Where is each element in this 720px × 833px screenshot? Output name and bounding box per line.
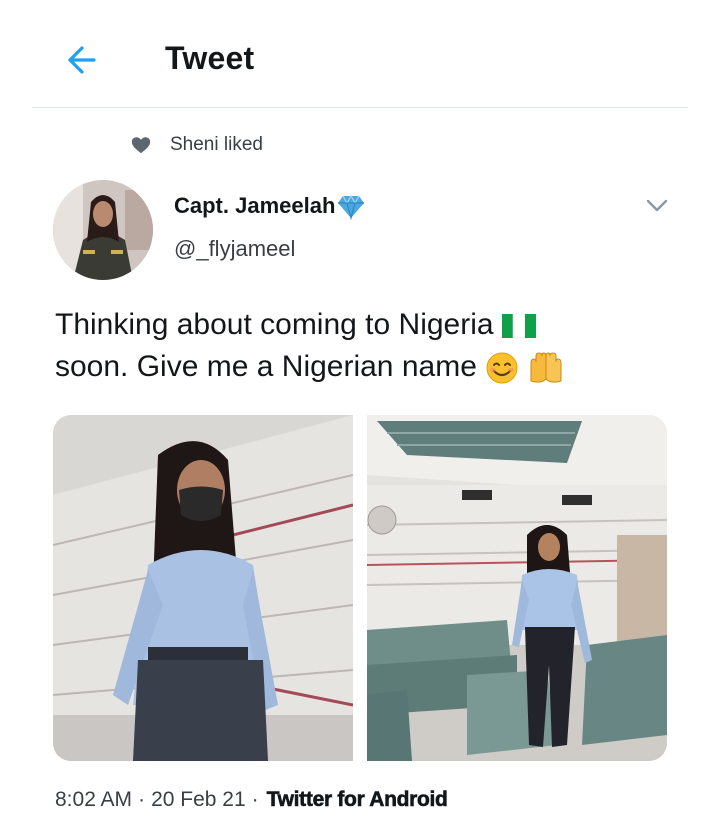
avatar[interactable] <box>53 180 153 280</box>
tweet-time: 8:02 AM <box>55 788 133 811</box>
tweet-text-line-1: Thinking about coming to Nigeria <box>55 304 675 346</box>
heart-icon <box>131 137 151 154</box>
chevron-down-icon <box>646 199 668 212</box>
social-context[interactable]: Sheni liked <box>130 132 263 158</box>
meta-separator-2: · <box>251 788 259 811</box>
tweet-source-link[interactable]: Twitter for Android <box>266 788 448 812</box>
tweet-options-button[interactable] <box>644 194 670 216</box>
tweet-text: Thinking about coming to Nigeria soon. G… <box>55 304 675 388</box>
meta-separator-1: · <box>138 788 146 811</box>
liked-by-text: Sheni liked <box>170 134 263 155</box>
smiling-face-emoji-icon <box>483 351 521 385</box>
tweet-text-line-1-text: Thinking about coming to Nigeria <box>55 308 494 341</box>
author-display-name[interactable]: Capt. Jameelah <box>174 192 365 220</box>
photo-woman-lounge-chairs <box>367 415 667 761</box>
page-title: Tweet <box>165 40 255 76</box>
tweet-text-line-2: soon. Give me a Nigerian name <box>55 346 675 388</box>
back-button[interactable] <box>62 40 106 80</box>
tweet-date: 20 Feb 21 <box>151 788 246 811</box>
display-name-text: Capt. Jameelah <box>174 193 336 218</box>
nigeria-flag-emoji-icon <box>500 309 538 343</box>
photo-woman-masked-hallway <box>53 415 353 761</box>
tweet-text-line-2-text: soon. Give me a Nigerian name <box>55 350 477 383</box>
tweet-photo-1[interactable] <box>53 415 353 761</box>
raising-hands-emoji-icon <box>527 351 565 385</box>
arrow-left-icon <box>68 46 96 74</box>
header-divider <box>32 107 688 108</box>
diamond-emoji-icon <box>338 194 365 220</box>
author-handle[interactable]: @_flyjameel <box>174 236 295 262</box>
avatar-image <box>53 180 153 280</box>
tweet-meta: 8:02 AM · 20 Feb 21 · Twitter for Androi… <box>55 788 448 812</box>
tweet-photo-2[interactable] <box>367 415 667 761</box>
top-bar: Tweet <box>0 0 720 108</box>
